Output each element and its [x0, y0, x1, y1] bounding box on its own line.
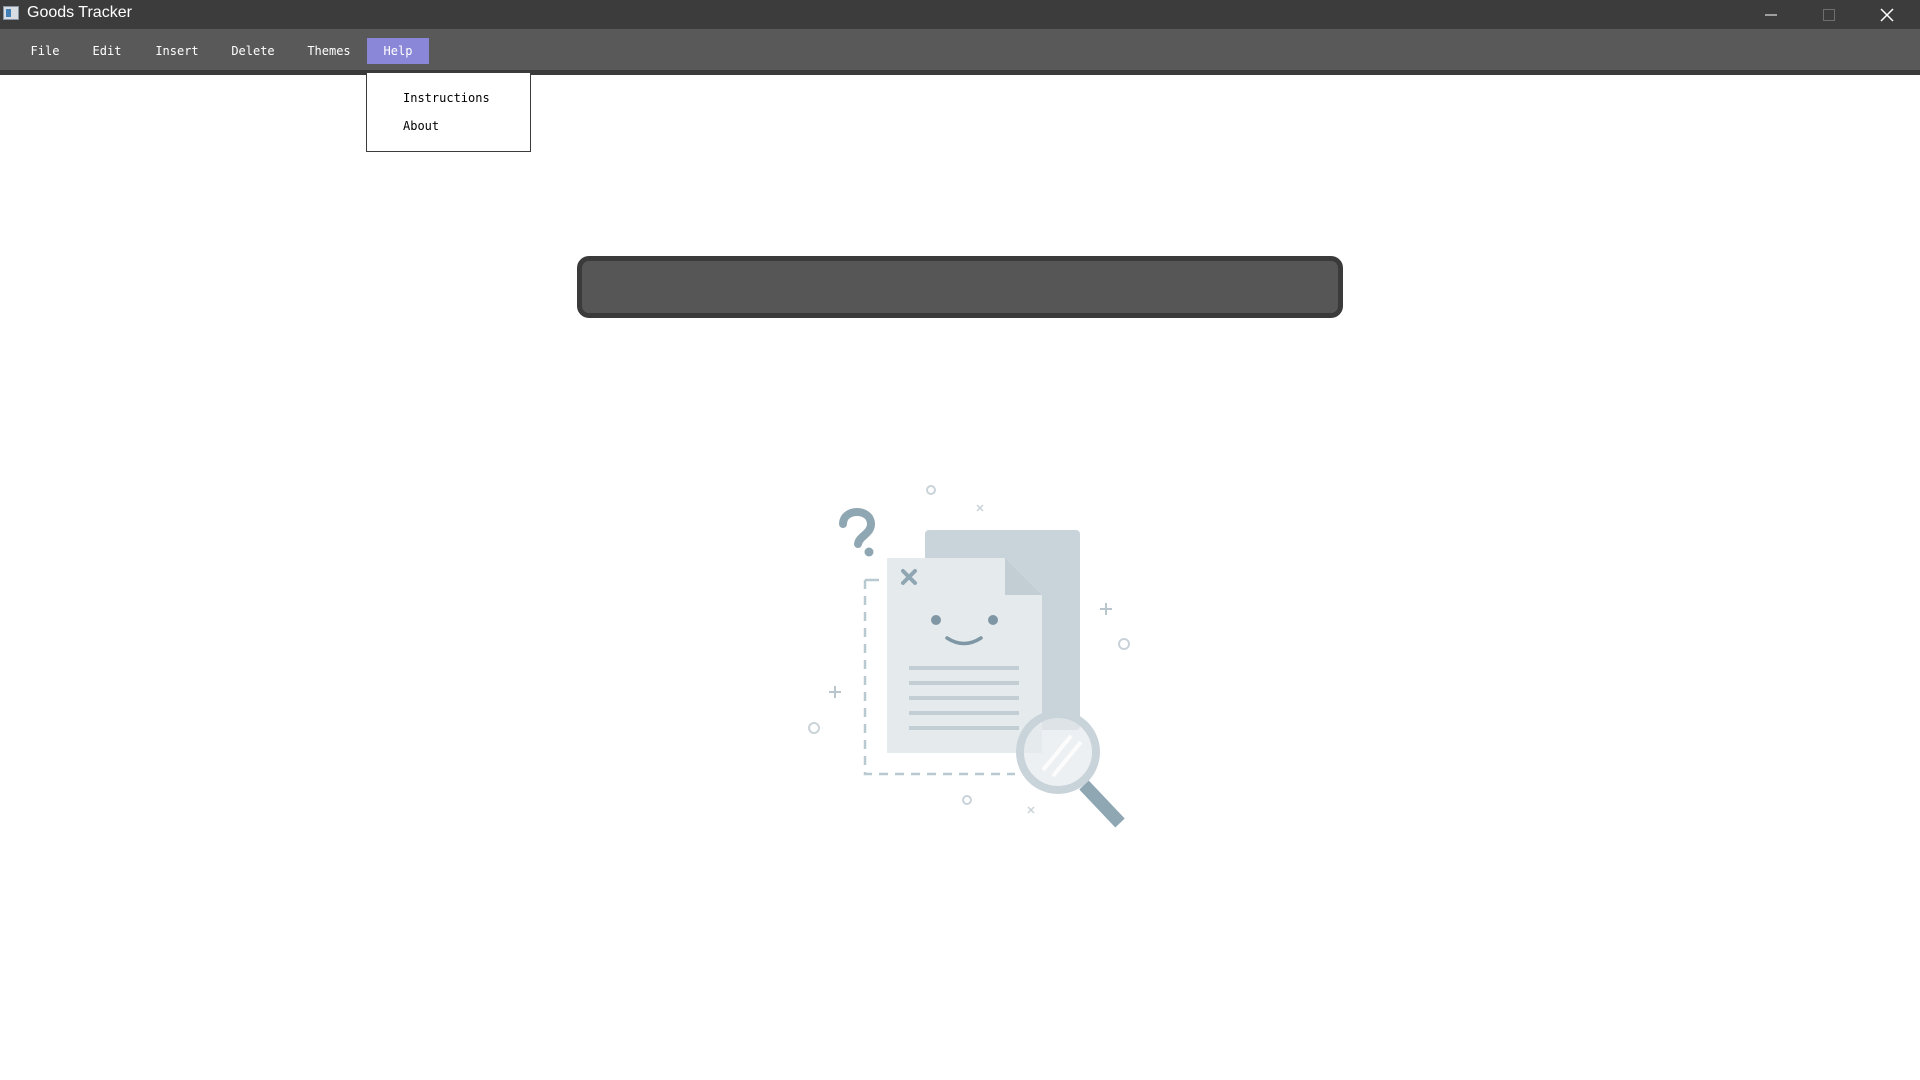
help-dropdown: Instructions About	[366, 72, 531, 152]
close-button[interactable]	[1858, 0, 1916, 29]
no-results-illustration	[808, 485, 1130, 828]
sparkle-x-icon	[1027, 806, 1035, 814]
menu-help[interactable]: Help	[367, 38, 429, 64]
search-input[interactable]	[577, 256, 1343, 318]
magnifier-icon	[1016, 710, 1125, 828]
menu-delete[interactable]: Delete	[225, 38, 281, 64]
sparkle-x-icon	[976, 504, 984, 512]
sparkle-circle-icon	[926, 485, 936, 495]
menu-insert[interactable]: Insert	[149, 38, 205, 64]
menu-file[interactable]: File	[22, 38, 68, 64]
menu-themes[interactable]: Themes	[300, 38, 358, 64]
menu-bar: File Edit Insert Delete Themes Help	[0, 29, 1920, 75]
title-bar: Goods Tracker	[0, 0, 1920, 29]
maximize-icon	[1823, 8, 1835, 21]
app-icon	[3, 6, 19, 20]
minimize-icon	[1765, 14, 1777, 15]
close-icon	[1880, 7, 1894, 22]
question-mark-icon	[839, 508, 876, 557]
menu-edit[interactable]: Edit	[84, 38, 130, 64]
sparkle-plus-icon	[1100, 603, 1112, 615]
sparkle-plus-icon	[829, 686, 841, 698]
maximize-button[interactable]	[1800, 0, 1858, 29]
window-title: Goods Tracker	[27, 4, 132, 21]
minimize-button[interactable]	[1742, 0, 1800, 29]
sparkle-circle-icon	[808, 722, 820, 734]
sparkle-circle-icon	[962, 795, 972, 805]
menu-item-about[interactable]: About	[403, 119, 439, 133]
sparkle-circle-icon	[1118, 638, 1130, 650]
menu-item-instructions[interactable]: Instructions	[403, 91, 490, 105]
document-icon	[887, 558, 1042, 753]
